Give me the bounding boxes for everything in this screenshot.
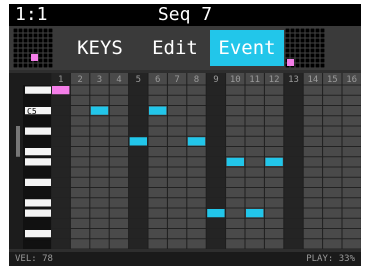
step-number-label: 15 <box>327 75 338 85</box>
piano-white-key[interactable] <box>25 199 51 207</box>
step-number-label: 14 <box>307 75 318 85</box>
vertical-scrollbar-thumb[interactable] <box>16 126 20 157</box>
note-cell[interactable] <box>129 137 147 146</box>
step-number-label: 6 <box>155 75 160 85</box>
velocity-readout: VEL: 78 <box>15 254 53 264</box>
piano-black-key[interactable] <box>25 240 51 248</box>
note-cell[interactable] <box>187 137 206 146</box>
step-column[interactable] <box>303 73 323 249</box>
step-number-label: 8 <box>194 75 199 85</box>
piano-white-key[interactable] <box>25 86 51 94</box>
step-column[interactable] <box>206 73 226 249</box>
piano-black-key[interactable] <box>25 219 51 227</box>
note-cell[interactable] <box>207 209 225 218</box>
piano-keyboard[interactable] <box>9 73 51 249</box>
step-number-label: 4 <box>116 75 121 85</box>
step-column[interactable] <box>51 73 71 249</box>
step-number-label: 10 <box>230 75 241 85</box>
step-column[interactable] <box>109 73 129 249</box>
note-cell[interactable] <box>90 106 109 115</box>
piano-black-key[interactable] <box>25 117 51 125</box>
step-column[interactable] <box>148 73 168 249</box>
step-number-label: 12 <box>269 75 280 85</box>
note-cell[interactable] <box>265 157 283 166</box>
pattern-overview-left-icon[interactable] <box>13 28 53 68</box>
step-column[interactable] <box>70 73 90 249</box>
step-column[interactable] <box>128 73 148 249</box>
tab-edit[interactable]: Edit <box>141 30 209 66</box>
step-column[interactable] <box>186 73 207 249</box>
piano-white-key[interactable] <box>25 209 51 217</box>
pattern-position-marker <box>287 59 294 66</box>
step-column[interactable] <box>89 73 110 249</box>
octave-label: C5 <box>27 107 37 116</box>
note-cell[interactable] <box>226 157 244 166</box>
piano-black-key[interactable] <box>25 137 51 145</box>
sequence-title: Seq 7 <box>157 4 213 25</box>
tab-keys[interactable]: KEYS <box>63 30 137 66</box>
step-column[interactable] <box>283 73 304 249</box>
tab-bar: KEYS Edit Event <box>9 26 361 70</box>
step-column[interactable] <box>167 73 187 249</box>
piano-black-key[interactable] <box>25 168 51 176</box>
piano-roll[interactable]: 1 2 3 4 5 6 7 8 9 10 11 12 13 14 15 16C5 <box>9 73 361 249</box>
pattern-overview-right-icon[interactable] <box>285 28 325 68</box>
pattern-position-marker <box>31 54 38 61</box>
step-column[interactable] <box>322 73 342 249</box>
cursor-cell[interactable] <box>52 86 70 95</box>
step-number-label: 1 <box>58 75 63 85</box>
step-number-label: 3 <box>97 75 102 85</box>
piano-black-key[interactable] <box>25 189 51 197</box>
piano-white-key[interactable] <box>25 148 51 156</box>
piano-black-key[interactable] <box>25 96 51 104</box>
piano-white-key[interactable] <box>25 178 51 186</box>
step-column[interactable] <box>245 73 265 249</box>
piano-white-key[interactable] <box>25 158 51 166</box>
note-cell[interactable] <box>149 106 167 115</box>
piano-white-key[interactable] <box>25 127 51 135</box>
title-bar: 1:1 Seq 7 <box>9 4 361 26</box>
step-number-label: 16 <box>346 75 357 85</box>
sequencer-screen: 1:1 Seq 7 KEYS Edit Event 1 2 3 4 5 6 7 8 9 10 11 1… <box>9 4 361 266</box>
step-number-label: 11 <box>249 75 260 85</box>
note-cell[interactable] <box>246 209 264 218</box>
piano-white-key[interactable] <box>25 230 51 238</box>
step-number-label: 7 <box>174 75 179 85</box>
play-progress-readout: PLAY: 33% <box>306 254 355 264</box>
step-number-label: 5 <box>136 75 141 85</box>
status-bar: VEL: 78 PLAY: 33% <box>9 252 361 266</box>
step-number-label: 9 <box>213 75 218 85</box>
step-number-label: 13 <box>288 75 299 85</box>
step-column[interactable] <box>342 73 361 249</box>
tab-event[interactable]: Event <box>210 30 284 66</box>
step-number-label: 2 <box>77 75 82 85</box>
